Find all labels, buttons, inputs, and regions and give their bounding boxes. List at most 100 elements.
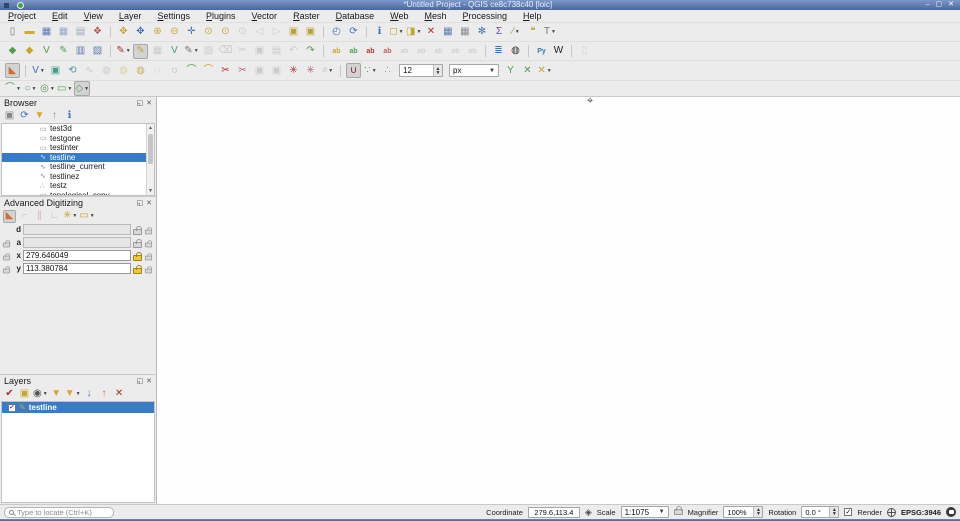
menu-vector[interactable]: Vector	[244, 10, 286, 23]
repeat-lock-x-icon[interactable]	[145, 255, 152, 260]
menu-processing[interactable]: Processing	[454, 10, 515, 23]
snapping-tolerance-spinbox[interactable]: 12 ▲▼	[399, 64, 443, 77]
float-panel-icon[interactable]: ◱	[137, 99, 144, 107]
processing-toolbox-button[interactable]: ✻	[474, 25, 489, 40]
minimize-button[interactable]: –	[926, 0, 930, 10]
metasearch-button[interactable]: ◍	[508, 44, 523, 59]
close-panel-icon[interactable]: ✕	[146, 377, 152, 385]
new-virtual-layer-button[interactable]: ▥	[73, 44, 88, 59]
scrollbar-thumb[interactable]	[148, 134, 153, 164]
layer-labeling-button[interactable]: ab	[329, 44, 344, 59]
enable-snapping-button[interactable]: ∪	[346, 63, 361, 78]
copy-move-feature-button[interactable]: ▣	[48, 63, 63, 78]
lock-angle-icon[interactable]	[133, 242, 142, 248]
browser-item-testgone[interactable]: ▭testgone	[2, 134, 146, 144]
new-memory-layer-button[interactable]: ✎	[56, 44, 71, 59]
offset-point-symbol-button[interactable]: ✳	[303, 63, 318, 78]
snapping-self-button[interactable]: ∴	[380, 63, 395, 78]
pan-map-button[interactable]: ✥	[116, 25, 131, 40]
offset-curve-button[interactable]: ⌒	[184, 63, 199, 78]
new-spatialite-layer-button[interactable]: V	[39, 44, 54, 59]
split-features-button[interactable]: ✂	[218, 63, 233, 78]
magnifier-spinbox[interactable]: 100% ▲▼	[723, 506, 763, 518]
rotate-point-symbols-button[interactable]: ✳	[286, 63, 301, 78]
ad-y-input[interactable]	[23, 263, 131, 274]
cad-tools-button[interactable]: ◣	[5, 63, 20, 78]
draw-regular-polygon-button[interactable]: ◇▼	[74, 81, 90, 96]
coordinate-input[interactable]	[528, 507, 580, 518]
spinbox-arrows-icon[interactable]: ▲▼	[829, 507, 838, 517]
circular-string-radius-button[interactable]: ⌒▼	[5, 81, 21, 96]
db-manager-button[interactable]: ≣	[491, 44, 506, 59]
rotate-feature-button[interactable]: ⟲	[65, 63, 80, 78]
ad-x-constraint[interactable]	[2, 251, 11, 261]
ad-angle-constraint[interactable]	[2, 238, 11, 248]
snap-to-common-angles-button[interactable]: ✳▼	[63, 210, 77, 223]
zoom-out-button[interactable]: ⊖	[167, 25, 182, 40]
draw-rectangle-button[interactable]: ▭▼	[57, 81, 72, 96]
scroll-up-icon[interactable]: ▲	[147, 124, 154, 132]
open-layer-styling-button[interactable]: ✔	[3, 388, 16, 401]
browser-item-test3d[interactable]: ▭test3d	[2, 124, 146, 134]
text-annotation-button[interactable]: T▼	[542, 25, 557, 40]
current-edits-button[interactable]: ✎▼	[116, 44, 131, 59]
move-feature-button[interactable]: V▼	[31, 63, 46, 78]
locator-search[interactable]	[4, 507, 114, 518]
python-console-button[interactable]: Py	[534, 44, 549, 59]
select-features-button[interactable]: ◻▼	[389, 25, 404, 40]
filter-by-expression-button[interactable]: ▼▼	[65, 388, 81, 401]
new-project-button[interactable]: ▯	[5, 25, 20, 40]
zoom-full-button[interactable]: ✛	[184, 25, 199, 40]
lock-scale-icon[interactable]	[674, 509, 683, 515]
rotation-spinbox[interactable]: 0.0 ° ▲▼	[801, 506, 839, 518]
snapping-unit-combo[interactable]: px ▼	[449, 64, 499, 77]
render-checkbox[interactable]: ✓	[844, 508, 852, 516]
collapse-browser-button[interactable]: ↑	[48, 110, 61, 123]
repeat-lock-y-icon[interactable]	[145, 268, 152, 273]
browser-properties-button[interactable]: ℹ	[63, 110, 76, 123]
scrollbar-track[interactable]	[147, 132, 154, 187]
menu-mesh[interactable]: Mesh	[416, 10, 454, 23]
messages-icon[interactable]	[946, 507, 956, 517]
spinbox-arrows-icon[interactable]: ▲▼	[753, 507, 762, 517]
snapping-type-button[interactable]: ∵▼	[363, 63, 378, 78]
add-line-feature-button[interactable]: V	[167, 44, 182, 59]
new-shapefile-layer-button[interactable]: ◆	[22, 44, 37, 59]
layer-diagram-button[interactable]: ab	[346, 44, 361, 59]
zoom-to-selection-button[interactable]: ⊙	[201, 25, 216, 40]
select-by-form-button[interactable]: ◨▼	[406, 25, 421, 40]
menu-layer[interactable]: Layer	[111, 10, 150, 23]
filter-legend-button[interactable]: ▼	[50, 388, 63, 401]
add-selected-layers-button[interactable]: ▣	[3, 110, 16, 123]
extents-icon[interactable]: ◈	[585, 508, 592, 517]
maximize-button[interactable]: ▢	[936, 0, 943, 10]
lock-x-icon[interactable]	[133, 255, 142, 261]
delete-part-button[interactable]: ◌	[167, 63, 182, 78]
new-mesh-layer-button[interactable]: ▧	[90, 44, 105, 59]
field-calculator-button[interactable]: ▦	[457, 25, 472, 40]
draw-circle-button[interactable]: ○▼	[23, 81, 38, 96]
remove-layer-button[interactable]: ✕	[113, 388, 126, 401]
window-menu-icon[interactable]	[4, 3, 9, 8]
vertex-tool-button[interactable]: ✎▼	[184, 44, 199, 59]
pan-to-selection-button[interactable]: ✥	[133, 25, 148, 40]
statistical-summary-button[interactable]: Σ	[491, 25, 506, 40]
spinbox-arrows-icon[interactable]: ▲▼	[433, 65, 442, 76]
new-print-layout-button[interactable]: ▤	[73, 25, 88, 40]
identify-features-button[interactable]: ℹ	[372, 25, 387, 40]
new-3d-map-view-button[interactable]: ▣	[303, 25, 318, 40]
temporal-controller-button[interactable]: ◴	[329, 25, 344, 40]
float-panel-icon[interactable]: ◱	[137, 199, 144, 207]
menu-web[interactable]: Web	[382, 10, 416, 23]
zoom-to-layer-button[interactable]: ⊙	[218, 25, 233, 40]
browser-item-topological_copy[interactable]: ▭topological_copy	[2, 191, 146, 196]
close-panel-icon[interactable]: ✕	[146, 99, 152, 107]
browser-item-testlinez[interactable]: ∿testlinez	[2, 172, 146, 182]
zoom-in-button[interactable]: ⊕	[150, 25, 165, 40]
close-button[interactable]: ✕	[948, 0, 954, 10]
new-map-view-button[interactable]: ▣	[286, 25, 301, 40]
ad-y-constraint[interactable]	[2, 264, 11, 274]
menu-edit[interactable]: Edit	[44, 10, 76, 23]
map-tips-button[interactable]: ❝	[525, 25, 540, 40]
snap-on-intersection-button[interactable]: ✕▼	[537, 63, 552, 78]
